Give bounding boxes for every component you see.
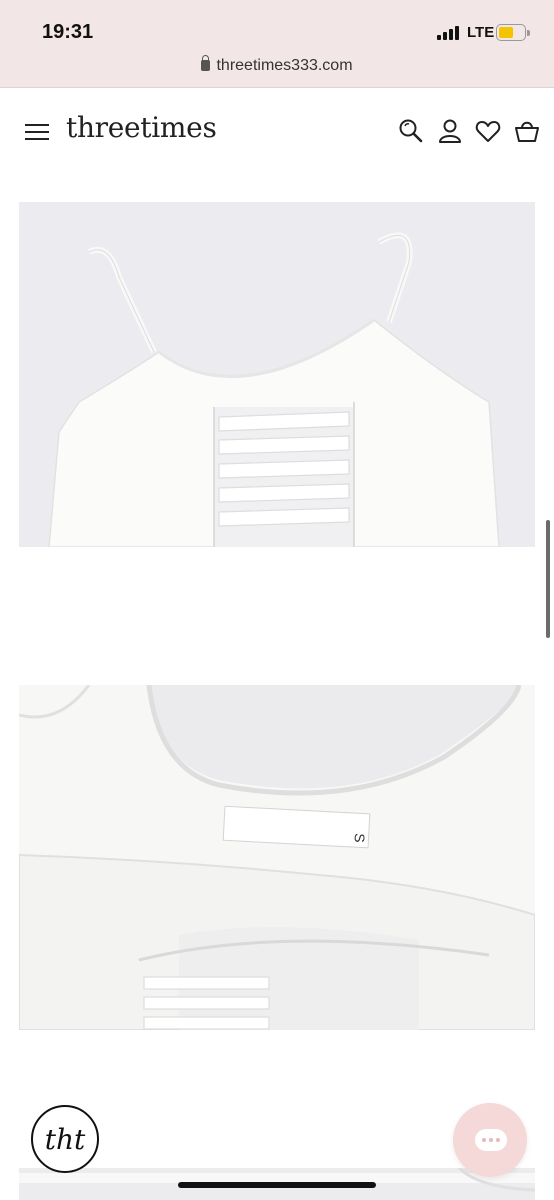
- product-image-1[interactable]: [19, 202, 535, 547]
- camisole-inner-image: S: [19, 685, 535, 1030]
- clock: 19:31: [42, 21, 94, 43]
- site-header: threetimes: [0, 89, 554, 173]
- lock-icon: [201, 55, 211, 71]
- account-icon[interactable]: [436, 117, 464, 145]
- chat-button[interactable]: [453, 1103, 527, 1177]
- heart-icon[interactable]: [474, 117, 502, 145]
- brand-badge-text: tht: [45, 1123, 86, 1156]
- scrollbar[interactable]: [546, 520, 550, 638]
- battery-icon: [496, 24, 530, 41]
- status-bar: 19:31 LTE threetimes333.com: [0, 0, 554, 88]
- signal-icon: [437, 26, 463, 40]
- url-text: threetimes333.com: [216, 57, 353, 74]
- brand-badge[interactable]: tht: [31, 1105, 99, 1173]
- camisole-front-image: [19, 202, 535, 547]
- network-type: LTE: [467, 24, 495, 41]
- address-bar[interactable]: threetimes333.com: [0, 55, 554, 75]
- site-logo[interactable]: threetimes: [66, 111, 217, 144]
- home-indicator[interactable]: [178, 1182, 376, 1188]
- size-label-text: S: [352, 833, 368, 843]
- menu-icon[interactable]: [25, 124, 49, 142]
- tht-logo-icon: tht: [45, 1123, 86, 1156]
- chat-icon: [475, 1129, 507, 1151]
- product-image-2[interactable]: S: [19, 685, 535, 1030]
- search-icon[interactable]: [397, 117, 425, 145]
- cart-icon[interactable]: [513, 117, 541, 145]
